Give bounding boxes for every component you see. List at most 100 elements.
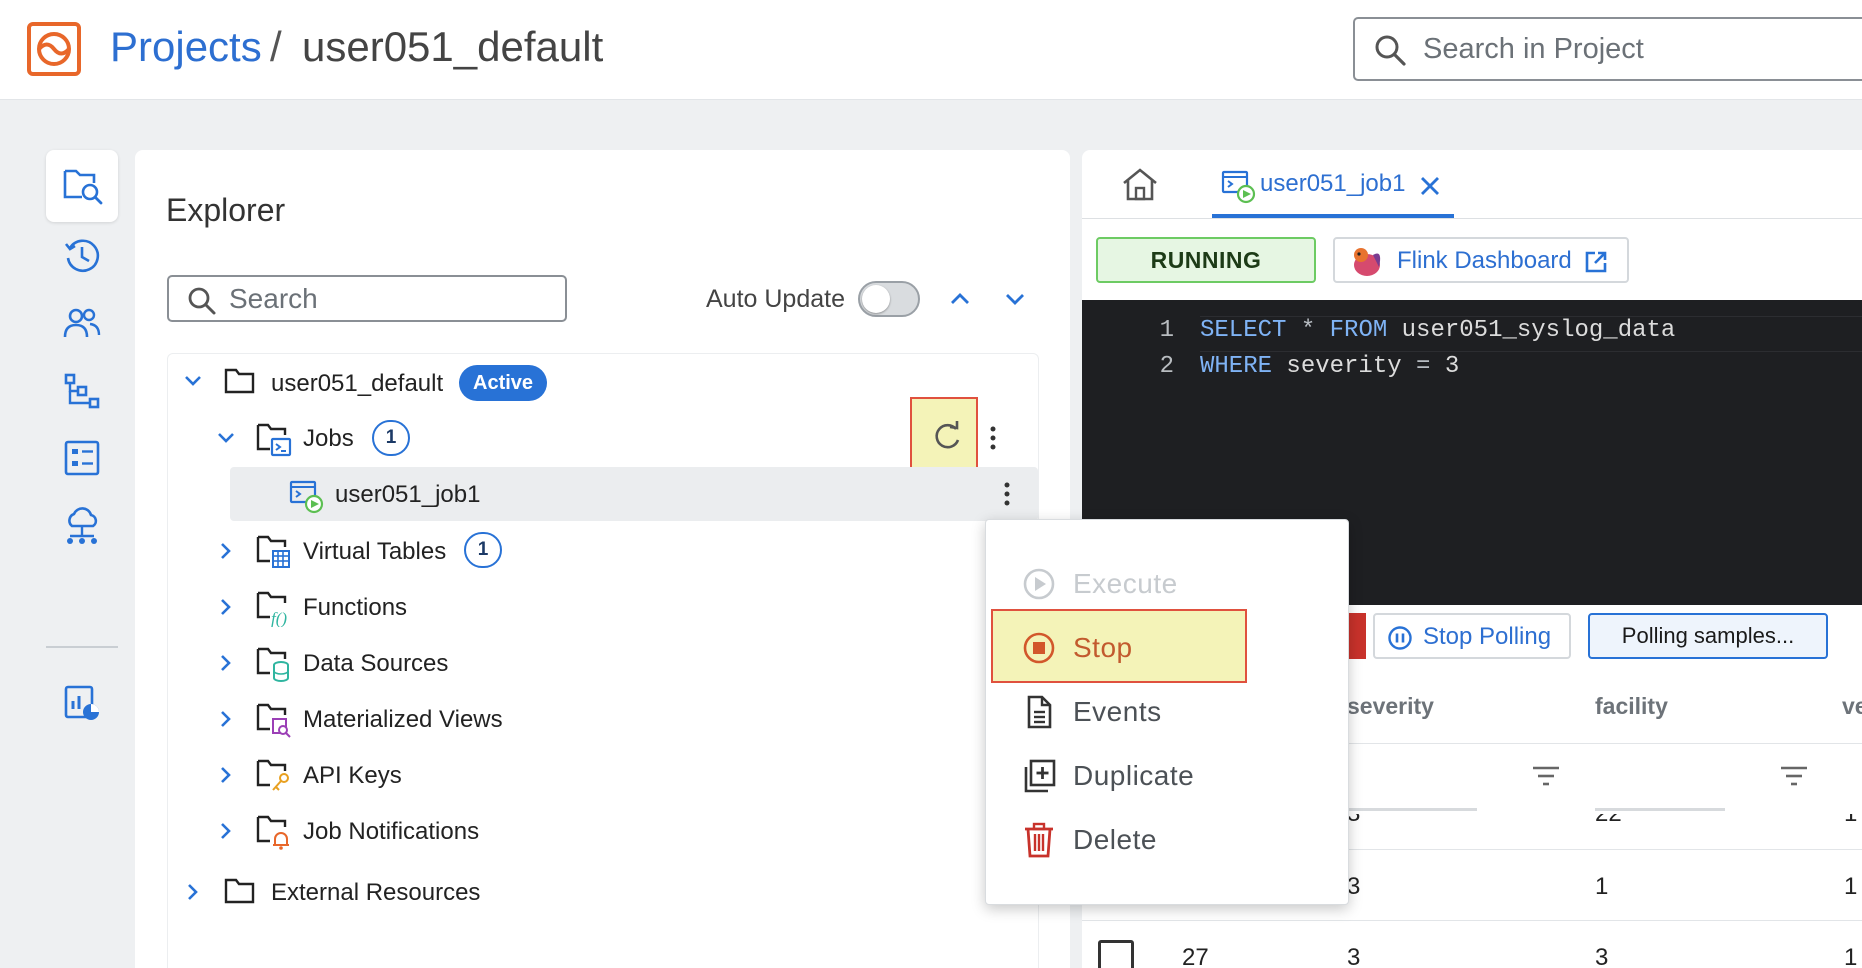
- filter-icon[interactable]: [1531, 765, 1561, 787]
- chevron-right-icon[interactable]: [213, 538, 239, 564]
- cell-extra: 1: [1844, 814, 1857, 828]
- external-resources-label[interactable]: External Resources: [271, 879, 480, 907]
- search-icon: [188, 287, 216, 315]
- menu-item-stop[interactable]: Stop: [1015, 622, 1335, 674]
- stop-polling-label: Stop Polling: [1423, 623, 1552, 650]
- explorer-tree: [167, 353, 1039, 968]
- virtual-tables-count-badge: 1: [464, 532, 502, 568]
- materialized-views-folder-icon: [256, 701, 292, 738]
- menu-item-label: Delete: [1073, 824, 1157, 855]
- menu-item-label: Duplicate: [1073, 760, 1195, 791]
- svg-text:f(): f(): [271, 609, 287, 627]
- jobs-folder-icon: [256, 421, 292, 457]
- project-node-label[interactable]: user051_default: [271, 370, 443, 398]
- folder-search-icon[interactable]: [62, 165, 103, 205]
- rail-divider: [46, 646, 118, 648]
- top-header: Projects / user051_default: [0, 0, 1862, 100]
- history-icon[interactable]: [62, 236, 102, 276]
- collapse-up-button[interactable]: [945, 284, 975, 314]
- functions-folder-icon: f(): [256, 589, 292, 627]
- cell-severity: 3: [1347, 944, 1361, 968]
- folder-label[interactable]: Job Notifications: [303, 818, 479, 846]
- chevron-right-icon[interactable]: [180, 879, 206, 905]
- explorer-title: Explorer: [166, 192, 286, 228]
- cell-facility: 22: [1595, 814, 1622, 828]
- job-item-label[interactable]: user051_job1: [335, 481, 480, 509]
- cloud-network-icon[interactable]: [62, 506, 102, 546]
- code-line-1[interactable]: SELECT * FROM user051_syslog_data: [1200, 317, 1675, 351]
- flink-squirrel-icon: [1354, 248, 1381, 276]
- form-list-icon[interactable]: [62, 438, 102, 478]
- job-notifications-folder-icon: [256, 813, 292, 850]
- status-badge: Active: [459, 365, 548, 401]
- job-running-icon: [1221, 170, 1256, 204]
- folder-label[interactable]: Materialized Views: [303, 706, 503, 734]
- breadcrumb-separator: /: [270, 23, 282, 70]
- folder-label[interactable]: Functions: [303, 594, 407, 622]
- job-tab[interactable]: user051_job1: [1212, 150, 1454, 218]
- cell-id: 27: [1182, 944, 1209, 968]
- hierarchy-icon[interactable]: [62, 371, 102, 411]
- chevron-down-icon[interactable]: [213, 425, 239, 451]
- project-search-input[interactable]: [1423, 29, 1843, 69]
- folder-label[interactable]: Data Sources: [303, 650, 448, 678]
- cloudera-logo-icon[interactable]: [27, 22, 81, 76]
- jobs-count-badge: 1: [372, 420, 410, 456]
- table-row[interactable]: 27 3 3 1: [1082, 922, 1862, 968]
- stop-circle-icon: [1023, 632, 1055, 664]
- expand-down-button[interactable]: [1000, 284, 1030, 314]
- search-icon: [1375, 35, 1406, 66]
- home-tab[interactable]: [1118, 165, 1162, 205]
- menu-item-events[interactable]: Events: [1015, 686, 1335, 738]
- polling-samples-button[interactable]: Polling samples...: [1588, 613, 1828, 659]
- filter-icon[interactable]: [1779, 765, 1809, 787]
- job-status-badge: RUNNING: [1096, 237, 1316, 283]
- job-running-icon: [288, 476, 324, 514]
- explorer-search-input[interactable]: [229, 283, 549, 315]
- chevron-right-icon[interactable]: [213, 818, 239, 844]
- folder-label[interactable]: API Keys: [303, 762, 402, 790]
- jobs-label[interactable]: Jobs: [303, 425, 354, 453]
- folder-label[interactable]: Virtual Tables: [303, 538, 446, 566]
- auto-update-toggle[interactable]: [858, 281, 920, 317]
- explorer-search-field[interactable]: [167, 275, 567, 322]
- chevron-right-icon[interactable]: [213, 762, 239, 788]
- chevron-right-icon[interactable]: [213, 594, 239, 620]
- pause-circle-icon: [1388, 626, 1412, 650]
- flink-dashboard-button[interactable]: Flink Dashboard: [1333, 237, 1629, 283]
- cell-extra: 1: [1844, 944, 1858, 968]
- chevron-down-icon[interactable]: [180, 368, 206, 394]
- job-more-menu-icon[interactable]: [1002, 479, 1012, 509]
- jobs-more-menu-icon[interactable]: [988, 423, 998, 453]
- menu-item-delete[interactable]: Delete: [1015, 814, 1335, 866]
- menu-item-execute[interactable]: Execute: [1015, 558, 1335, 610]
- row-checkbox[interactable]: [1098, 940, 1134, 968]
- line-number: 1: [1159, 317, 1174, 344]
- document-icon: [1027, 695, 1052, 729]
- close-icon[interactable]: [1418, 174, 1442, 198]
- chevron-down-icon: [1006, 294, 1024, 305]
- stop-polling-button[interactable]: Stop Polling: [1373, 613, 1571, 659]
- menu-item-label: Stop: [1073, 632, 1133, 663]
- filter-underline: [1347, 808, 1477, 811]
- folder-icon: [224, 876, 260, 910]
- project-search-field[interactable]: [1353, 17, 1862, 81]
- duplicate-icon: [1024, 759, 1056, 793]
- chevron-right-icon[interactable]: [213, 706, 239, 732]
- auto-update-label: Auto Update: [706, 285, 845, 313]
- tab-bar-divider: [1082, 218, 1862, 219]
- column-header[interactable]: ve: [1842, 693, 1862, 720]
- column-header[interactable]: facility: [1595, 693, 1668, 720]
- refresh-button[interactable]: [910, 397, 978, 472]
- code-line-2[interactable]: WHERE severity = 3: [1200, 353, 1459, 387]
- report-chart-icon[interactable]: [62, 683, 102, 723]
- cell-severity: 3: [1347, 814, 1360, 828]
- refresh-icon: [935, 421, 960, 449]
- breadcrumb-projects-link[interactable]: Projects: [110, 23, 262, 71]
- users-icon[interactable]: [62, 304, 102, 344]
- column-header[interactable]: severity: [1347, 693, 1434, 720]
- chevron-right-icon[interactable]: [213, 650, 239, 676]
- trash-icon: [1025, 822, 1053, 858]
- api-keys-folder-icon: [256, 757, 292, 791]
- menu-item-duplicate[interactable]: Duplicate: [1015, 750, 1335, 802]
